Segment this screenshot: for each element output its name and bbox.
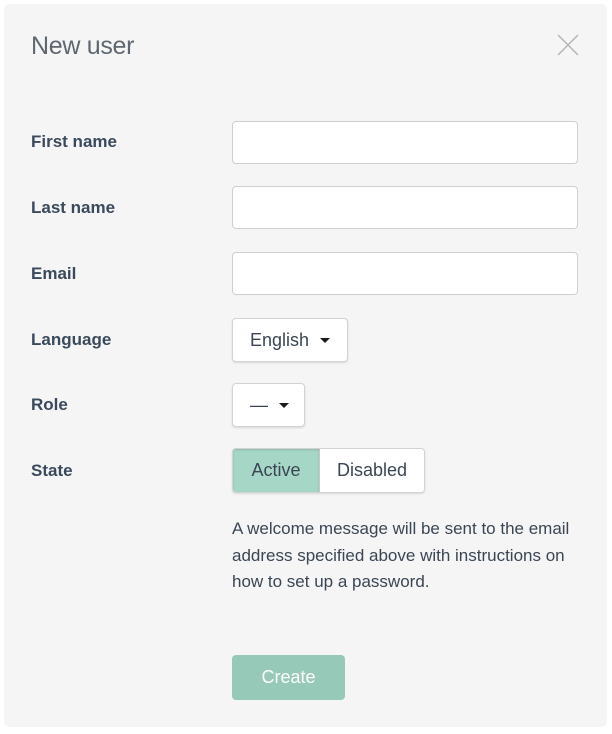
new-user-dialog: New user First name Last name Email Lang… — [4, 4, 607, 727]
email-label: Email — [31, 264, 77, 283]
caret-down-icon — [279, 402, 289, 408]
state-toggle-group: Active Disabled — [232, 448, 425, 493]
dialog-title: New user — [31, 32, 135, 60]
state-option-disabled[interactable]: Disabled — [320, 449, 424, 492]
welcome-message-help-text: A welcome message will be sent to the em… — [232, 519, 570, 591]
last-name-input[interactable] — [232, 186, 578, 229]
first-name-input[interactable] — [232, 121, 578, 164]
close-x-icon — [557, 34, 579, 56]
state-option-active[interactable]: Active — [233, 449, 320, 492]
state-label: State — [31, 461, 73, 480]
last-name-label: Last name — [31, 198, 116, 217]
close-button[interactable] — [556, 33, 580, 57]
caret-down-icon — [320, 337, 331, 343]
language-label: Language — [31, 330, 112, 349]
email-input[interactable] — [232, 252, 578, 295]
first-name-label: First name — [31, 132, 117, 151]
language-select[interactable]: English — [232, 318, 348, 362]
create-button[interactable]: Create — [232, 655, 345, 700]
role-select[interactable]: — — [232, 383, 305, 427]
language-selected-value: English — [250, 329, 310, 350]
role-label: Role — [31, 395, 68, 414]
role-selected-value: — — [250, 394, 268, 415]
